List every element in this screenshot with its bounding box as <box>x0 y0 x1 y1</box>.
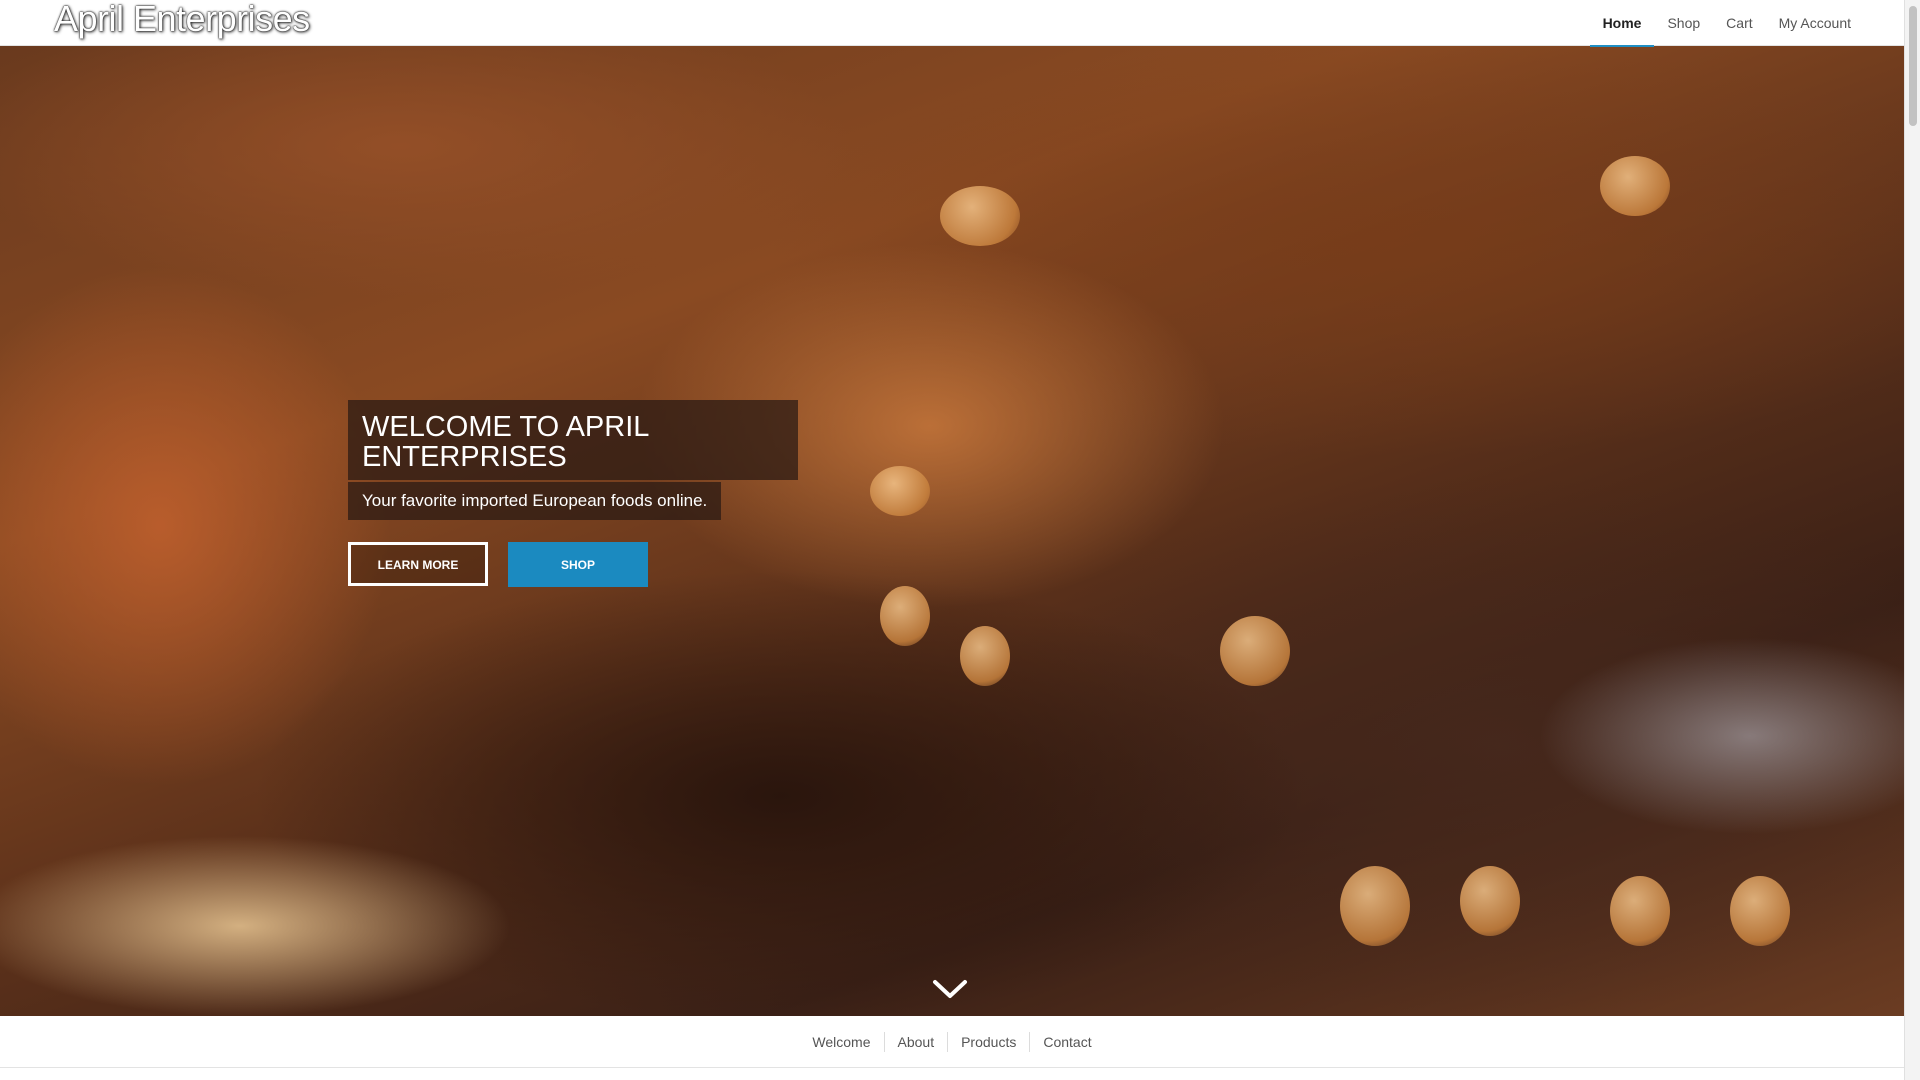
chevron-down-icon[interactable] <box>932 978 968 1000</box>
site-header: April Enterprises Home Shop Cart My Acco… <box>0 0 1904 47</box>
section-nav-contact[interactable]: Contact <box>1029 1031 1104 1052</box>
section-nav-welcome[interactable]: Welcome <box>799 1032 883 1052</box>
hero-content: WELCOME TO APRIL ENTERPRISES Your favori… <box>348 400 798 587</box>
nav-item-shop[interactable]: Shop <box>1654 0 1713 46</box>
background-image-detail <box>870 466 930 516</box>
nav-item-cart[interactable]: Cart <box>1713 0 1765 46</box>
background-image-detail <box>1340 866 1410 946</box>
background-image-detail <box>960 626 1010 686</box>
page: April Enterprises Home Shop Cart My Acco… <box>0 0 1920 1080</box>
hero-subtitle: Your favorite imported European foods on… <box>348 482 722 520</box>
section-nav: Welcome About Products Contact <box>0 1016 1904 1068</box>
hero-title: WELCOME TO APRIL ENTERPRISES <box>348 400 798 480</box>
site-logo[interactable]: April Enterprises <box>54 0 310 38</box>
shop-button[interactable]: SHOP <box>508 542 648 587</box>
nav-item-home[interactable]: Home <box>1589 0 1655 47</box>
background-image-detail <box>880 586 930 646</box>
background-image-detail <box>940 186 1020 246</box>
scrollbar-thumb[interactable] <box>1909 6 1917 126</box>
background-image-detail <box>1610 876 1670 946</box>
background-image-detail <box>1600 156 1670 216</box>
background-image-detail <box>1730 876 1790 946</box>
background-image-detail <box>1220 616 1290 686</box>
section-nav-products[interactable]: Products <box>947 1031 1029 1052</box>
vertical-scrollbar[interactable] <box>1904 0 1920 1080</box>
nav-item-my-account[interactable]: My Account <box>1766 0 1864 46</box>
background-image-detail <box>1460 866 1520 936</box>
section-nav-about[interactable]: About <box>883 1031 948 1052</box>
hero-buttons: LEARN MORE SHOP <box>348 542 798 587</box>
learn-more-button[interactable]: LEARN MORE <box>348 542 488 586</box>
hero-banner: WELCOME TO APRIL ENTERPRISES Your favori… <box>0 46 1904 1016</box>
page-content-edge <box>0 1068 1904 1080</box>
main-nav: Home Shop Cart My Account <box>1589 0 1864 47</box>
